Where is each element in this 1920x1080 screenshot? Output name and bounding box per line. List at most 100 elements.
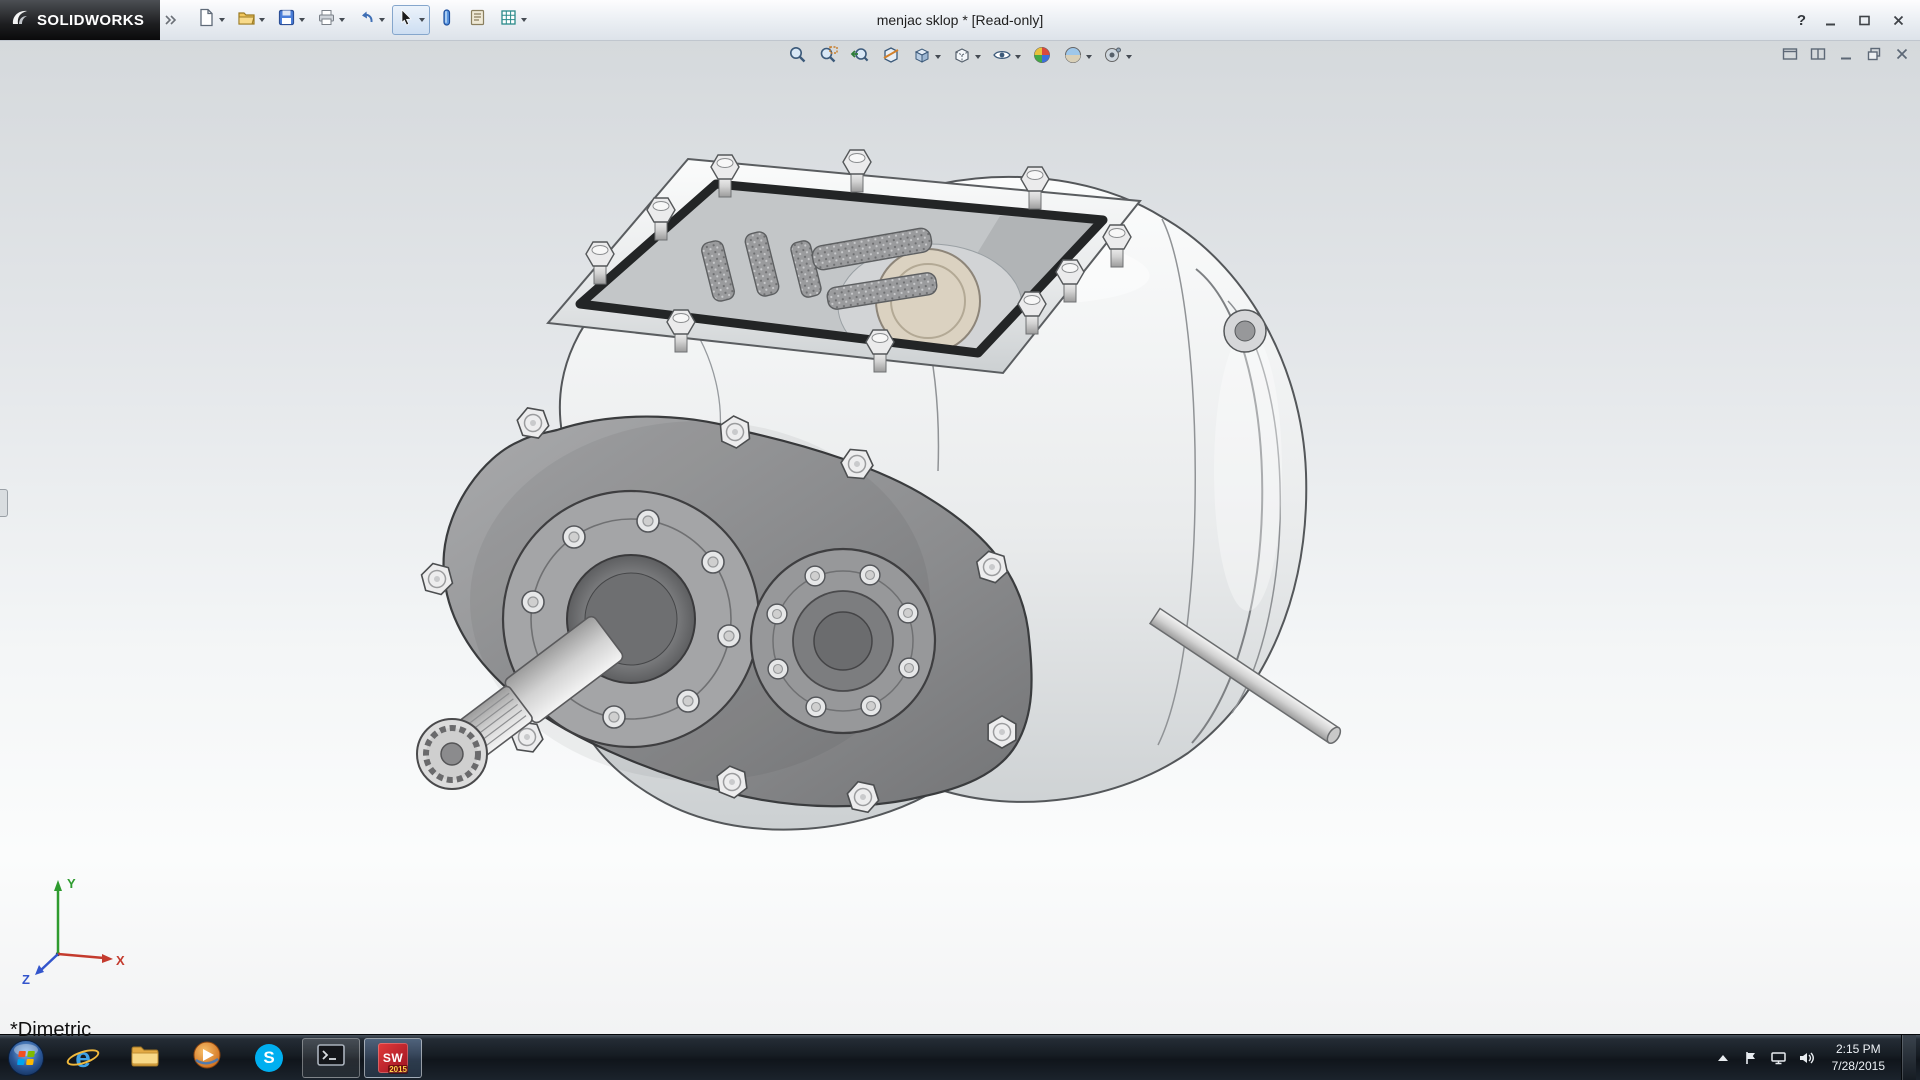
taskbar-solidworks[interactable]: SW 2015 xyxy=(364,1038,422,1078)
taskbar: e S xyxy=(0,1034,1920,1080)
taskbar-skype[interactable]: S xyxy=(240,1038,298,1078)
clock[interactable]: 2:15 PM 7/28/2015 xyxy=(1832,1041,1885,1073)
taskbar-media-player[interactable] xyxy=(178,1038,236,1078)
view-settings-icon xyxy=(1103,45,1123,70)
new-document-button[interactable] xyxy=(192,5,230,35)
dropdown-caret[interactable] xyxy=(419,18,425,22)
save-floppy-icon xyxy=(277,8,296,32)
apply-scene-button[interactable] xyxy=(1060,44,1095,70)
show-hidden-icons-button[interactable] xyxy=(1714,1049,1732,1067)
undo-button[interactable] xyxy=(352,5,390,35)
reference-triad[interactable]: Y X Z xyxy=(10,872,130,992)
zoom-to-fit-icon xyxy=(788,45,808,70)
start-button[interactable] xyxy=(0,1035,52,1080)
select-cursor-icon xyxy=(397,8,416,32)
zoom-to-area-button[interactable] xyxy=(816,44,842,70)
network-icon[interactable] xyxy=(1770,1049,1788,1067)
close-document-button[interactable] xyxy=(1892,44,1912,64)
open-button[interactable] xyxy=(232,5,270,35)
solidworks-taskbar-icon: SW 2015 xyxy=(378,1043,408,1073)
instant3d-icon xyxy=(437,8,456,32)
select-button[interactable] xyxy=(392,5,430,35)
dropdown-caret[interactable] xyxy=(1015,55,1021,59)
appearance-ball-icon xyxy=(1032,45,1052,70)
gearbox-model[interactable] xyxy=(417,150,1343,830)
restore-document-button[interactable] xyxy=(1864,44,1884,64)
volume-icon[interactable] xyxy=(1798,1049,1816,1067)
section-view-button[interactable] xyxy=(878,44,904,70)
eye-icon xyxy=(992,45,1012,70)
taskbar-windows-explorer[interactable] xyxy=(116,1038,174,1078)
edit-appearance-button[interactable] xyxy=(1029,44,1055,70)
close-button[interactable] xyxy=(1888,10,1908,30)
help-icon[interactable]: ? xyxy=(1797,12,1806,29)
taskbar-internet-explorer[interactable]: e xyxy=(54,1038,112,1078)
previous-view-button[interactable] xyxy=(847,44,873,70)
display-style-button[interactable] xyxy=(949,44,984,70)
dropdown-caret[interactable] xyxy=(379,18,385,22)
viewport: Y X Z *Dimetric xyxy=(0,41,1920,1034)
graphics-area[interactable] xyxy=(0,41,1920,1036)
title-bar: SOLIDWORKS xyxy=(0,0,1920,41)
scene-ball-icon xyxy=(1063,45,1083,70)
dropdown-caret[interactable] xyxy=(219,18,225,22)
x-axis-label: X xyxy=(116,953,125,968)
minimize-button[interactable] xyxy=(1820,10,1840,30)
undo-arrow-icon xyxy=(357,8,376,32)
previous-view-icon xyxy=(850,45,870,70)
dropdown-caret[interactable] xyxy=(975,55,981,59)
dropdown-caret[interactable] xyxy=(1086,55,1092,59)
save-button[interactable] xyxy=(272,5,310,35)
section-view-icon xyxy=(881,45,901,70)
instant3d-button[interactable] xyxy=(432,5,461,35)
new-document-icon xyxy=(197,8,216,32)
y-axis-arrow xyxy=(54,880,62,891)
options-button[interactable] xyxy=(494,5,532,35)
vent-boss[interactable] xyxy=(1224,310,1266,352)
print-button[interactable] xyxy=(312,5,350,35)
system-tray: 2:15 PM 7/28/2015 xyxy=(1714,1035,1920,1080)
dropdown-caret[interactable] xyxy=(339,18,345,22)
pane-splitter-handle[interactable] xyxy=(0,489,8,517)
view-settings-button[interactable] xyxy=(1100,44,1135,70)
x-axis-arrow xyxy=(102,954,113,963)
dropdown-caret[interactable] xyxy=(521,18,527,22)
hide-show-items-button[interactable] xyxy=(989,44,1024,70)
secondary-bearing-cover[interactable] xyxy=(751,549,935,733)
heads-up-view-toolbar xyxy=(785,44,1135,70)
menu-expand-chevron-icon[interactable] xyxy=(164,14,178,26)
brand-text: SOLIDWORKS xyxy=(37,12,144,29)
view-orientation-button[interactable] xyxy=(909,44,944,70)
options-grid-icon xyxy=(499,8,518,32)
folder-icon xyxy=(129,1041,161,1074)
show-desktop-button[interactable] xyxy=(1901,1035,1916,1080)
file-properties-icon xyxy=(468,8,487,32)
action-center-flag-icon[interactable] xyxy=(1742,1049,1760,1067)
document-window-controls xyxy=(1780,44,1912,64)
z-axis[interactable] xyxy=(41,954,58,970)
skype-letter: S xyxy=(263,1048,274,1068)
minimize-document-button[interactable] xyxy=(1836,44,1856,64)
dropdown-caret[interactable] xyxy=(935,55,941,59)
dropdown-caret[interactable] xyxy=(299,18,305,22)
dropdown-caret[interactable] xyxy=(1126,55,1132,59)
titlebar-controls: ? xyxy=(1797,10,1920,30)
taskbar-command-prompt[interactable] xyxy=(302,1038,360,1078)
solidworks-menu-button[interactable]: SOLIDWORKS xyxy=(0,0,160,40)
solidworks-year-badge: 2015 xyxy=(388,1065,408,1074)
zoom-to-fit-button[interactable] xyxy=(785,44,811,70)
file-properties-button[interactable] xyxy=(463,5,492,35)
z-axis-label: Z xyxy=(22,972,30,987)
dropdown-caret[interactable] xyxy=(259,18,265,22)
x-axis[interactable] xyxy=(58,954,104,958)
new-window-button[interactable] xyxy=(1780,44,1800,64)
y-axis-label: Y xyxy=(67,876,76,891)
split-window-button[interactable] xyxy=(1808,44,1828,64)
view-orientation-cube-icon xyxy=(912,45,932,70)
zoom-to-area-icon xyxy=(819,45,839,70)
media-player-icon xyxy=(192,1040,222,1075)
print-icon xyxy=(317,8,336,32)
view-orientation-label: *Dimetric xyxy=(10,1020,91,1040)
maximize-button[interactable] xyxy=(1854,10,1874,30)
open-folder-icon xyxy=(237,8,256,32)
